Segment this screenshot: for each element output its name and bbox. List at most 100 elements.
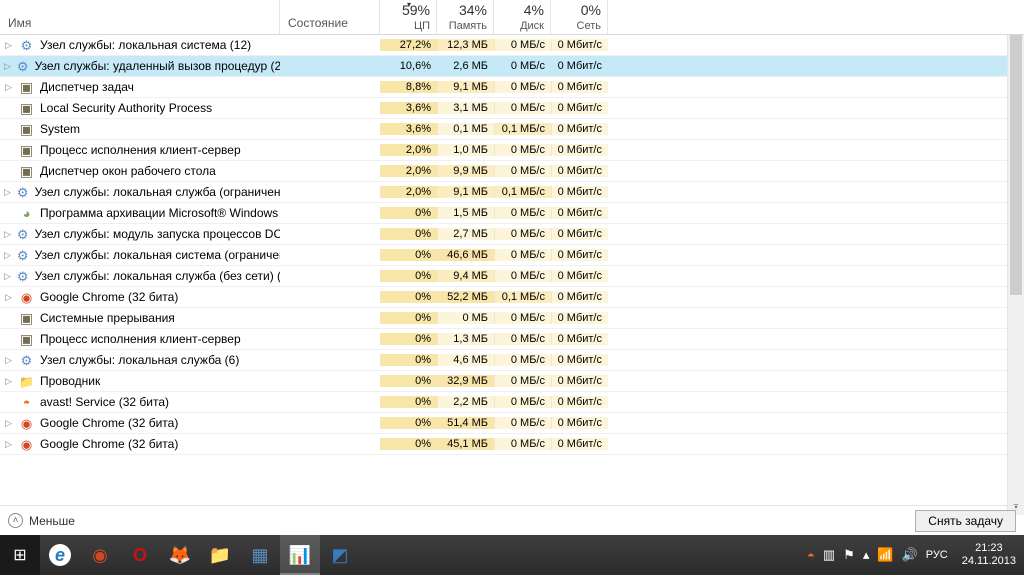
taskbar-app1[interactable]: ▦ bbox=[240, 535, 280, 575]
process-list[interactable]: ▷Узел службы: локальная система (12)27,2… bbox=[0, 35, 1024, 515]
process-name: Программа архивации Microsoft® Windows bbox=[40, 206, 278, 220]
process-icon bbox=[17, 269, 29, 284]
taskbar-explorer[interactable]: 📁 bbox=[200, 535, 240, 575]
process-row[interactable]: ▷Узел службы: локальная система (12)27,2… bbox=[0, 35, 1024, 56]
process-row[interactable]: ▷Системные прерывания0%0 МБ0 МБ/c0 Мбит/… bbox=[0, 308, 1024, 329]
expand-icon[interactable]: ▷ bbox=[4, 377, 13, 386]
disk-cell: 0,1 МБ/c bbox=[494, 186, 551, 198]
process-name: Диспетчер задач bbox=[40, 80, 134, 94]
fewer-details-label: Меньше bbox=[29, 514, 75, 528]
expand-icon[interactable]: ▷ bbox=[4, 272, 11, 281]
process-row[interactable]: ▷ Узел службы: локальная система (огранич… bbox=[0, 245, 1024, 266]
col-header-state[interactable]: Состояние bbox=[280, 0, 380, 34]
process-row[interactable]: ▷Узел службы: модуль запуска процессов D… bbox=[0, 224, 1024, 245]
process-row[interactable]: ▷Google Chrome (32 бита)0%45,1 МБ0 МБ/c0… bbox=[0, 434, 1024, 455]
start-button[interactable]: ⊞ bbox=[0, 535, 40, 575]
taskbar-chrome[interactable]: ◉ bbox=[80, 535, 120, 575]
tray-battery-icon[interactable]: ▥ bbox=[823, 547, 835, 563]
tray-volume-icon[interactable]: 🔊 bbox=[902, 547, 918, 563]
expand-icon[interactable]: ▷ bbox=[4, 62, 11, 71]
disk-cell: 0 МБ/c bbox=[494, 207, 551, 219]
cpu-cell: 3,6% bbox=[380, 123, 437, 135]
col-header-network[interactable]: 0%Сеть bbox=[551, 0, 608, 34]
cpu-cell: 0% bbox=[380, 333, 437, 345]
tray-network-icon[interactable]: 📶 bbox=[877, 547, 893, 563]
process-row[interactable]: ▷Google Chrome (32 бита)0%52,2 МБ0,1 МБ/… bbox=[0, 287, 1024, 308]
process-row[interactable]: ▷Local Security Authority Process3,6%3,1… bbox=[0, 98, 1024, 119]
process-icon bbox=[17, 227, 29, 242]
disk-cell: 0 МБ/c bbox=[494, 102, 551, 114]
process-name: Диспетчер окон рабочего стола bbox=[40, 164, 216, 178]
col-header-name[interactable]: Имя bbox=[0, 0, 280, 34]
process-row[interactable]: ▷Программа архивации Microsoft® Windows0… bbox=[0, 203, 1024, 224]
process-row[interactable]: ▷avast! Service (32 бита)0%2,2 МБ0 МБ/c0… bbox=[0, 392, 1024, 413]
network-cell: 0 Мбит/с bbox=[551, 228, 608, 240]
memory-cell: 9,4 МБ bbox=[437, 270, 494, 282]
process-row[interactable]: ▷Узел службы: локальная служба (без сети… bbox=[0, 266, 1024, 287]
end-task-button[interactable]: Снять задачу bbox=[915, 510, 1016, 532]
process-icon bbox=[19, 311, 34, 326]
process-name: Узел службы: локальная система (ограниче… bbox=[35, 248, 280, 262]
col-header-memory[interactable]: 34%Память bbox=[437, 0, 494, 34]
expand-icon[interactable]: ▷ bbox=[4, 440, 13, 449]
disk-cell: 0 МБ/c bbox=[494, 354, 551, 366]
network-cell: 0 Мбит/с bbox=[551, 144, 608, 156]
disk-cell: 0 МБ/c bbox=[494, 270, 551, 282]
disk-cell: 0 МБ/c bbox=[494, 333, 551, 345]
taskbar-ie[interactable]: e bbox=[40, 535, 80, 575]
tray-clock[interactable]: 21:23 24.11.2013 bbox=[956, 542, 1016, 568]
tray-avast-icon[interactable]: ◓ bbox=[807, 548, 815, 563]
col-header-disk[interactable]: 4%Диск bbox=[494, 0, 551, 34]
expand-icon[interactable]: ▷ bbox=[4, 293, 13, 302]
column-headers: ▾ Имя Состояние 59%ЦП 34%Память 4%Диск 0… bbox=[0, 0, 1024, 35]
task-manager-table: ▾ Имя Состояние 59%ЦП 34%Память 4%Диск 0… bbox=[0, 0, 1024, 515]
taskbar-taskmanager[interactable]: 📊 bbox=[280, 535, 320, 575]
process-row[interactable]: ▷Узел службы: локальная служба (ограниче… bbox=[0, 182, 1024, 203]
taskbar-app2[interactable]: ◩ bbox=[320, 535, 360, 575]
taskbar-firefox[interactable]: 🦊 bbox=[160, 535, 200, 575]
expand-icon[interactable]: ▷ bbox=[4, 188, 11, 197]
expand-icon[interactable]: ▷ bbox=[4, 230, 11, 239]
cpu-cell: 10,6% bbox=[380, 60, 437, 72]
network-cell: 0 Мбит/с bbox=[551, 438, 608, 450]
sort-indicator-icon: ▾ bbox=[407, 0, 411, 9]
network-cell: 0 Мбит/с bbox=[551, 39, 608, 51]
process-icon bbox=[19, 395, 34, 410]
expand-icon[interactable]: ▷ bbox=[4, 83, 13, 92]
fewer-details-button[interactable]: ˄ Меньше bbox=[8, 513, 75, 528]
tray-up-icon[interactable]: ▴ bbox=[863, 547, 870, 563]
taskbar-opera[interactable]: O bbox=[120, 535, 160, 575]
network-cell: 0 Мбит/с bbox=[551, 60, 608, 72]
tray-flag-icon[interactable]: ⚑ bbox=[843, 547, 855, 563]
process-row[interactable]: ▷Процесс исполнения клиент-сервер2,0%1,0… bbox=[0, 140, 1024, 161]
process-row[interactable]: ▷Процесс исполнения клиент-сервер0%1,3 М… bbox=[0, 329, 1024, 350]
taskbar: ⊞ e ◉ O 🦊 📁 ▦ 📊 ◩ ◓ ▥ ⚑ ▴ 📶 🔊 РУС 21:23 … bbox=[0, 535, 1024, 575]
process-row[interactable]: ▷Проводник0%32,9 МБ0 МБ/c0 Мбит/с bbox=[0, 371, 1024, 392]
process-row[interactable]: ▷Диспетчер окон рабочего стола2,0%9,9 МБ… bbox=[0, 161, 1024, 182]
process-row[interactable]: ▷System3,6%0,1 МБ0,1 МБ/c0 Мбит/с bbox=[0, 119, 1024, 140]
memory-cell: 52,2 МБ bbox=[437, 291, 494, 303]
network-cell: 0 Мбит/с bbox=[551, 81, 608, 93]
network-cell: 0 Мбит/с bbox=[551, 102, 608, 114]
disk-cell: 0 МБ/c bbox=[494, 81, 551, 93]
process-row[interactable]: ▷Диспетчер задач8,8%9,1 МБ0 МБ/c0 Мбит/с bbox=[0, 77, 1024, 98]
process-row[interactable]: ▷Узел службы: удаленный вызов процедур (… bbox=[0, 56, 1024, 77]
disk-cell: 0 МБ/c bbox=[494, 312, 551, 324]
expand-icon[interactable]: ▷ bbox=[4, 356, 13, 365]
vertical-scrollbar[interactable]: ▴ ▾ bbox=[1007, 35, 1024, 515]
memory-cell: 51,4 МБ bbox=[437, 417, 494, 429]
expand-icon[interactable]: ▷ bbox=[4, 251, 11, 260]
process-icon bbox=[19, 143, 34, 158]
process-row[interactable]: ▷Google Chrome (32 бита)0%51,4 МБ0 МБ/c0… bbox=[0, 413, 1024, 434]
expand-icon[interactable]: ▷ bbox=[4, 419, 13, 428]
disk-cell: 0 МБ/c bbox=[494, 60, 551, 72]
process-row[interactable]: ▷Узел службы: локальная служба (6)0%4,6 … bbox=[0, 350, 1024, 371]
network-cell: 0 Мбит/с bbox=[551, 207, 608, 219]
expand-icon[interactable]: ▷ bbox=[4, 41, 13, 50]
disk-cell: 0 МБ/c bbox=[494, 438, 551, 450]
process-name: Процесс исполнения клиент-сервер bbox=[40, 143, 241, 157]
process-icon bbox=[19, 353, 34, 368]
tray-language[interactable]: РУС bbox=[926, 549, 948, 561]
scroll-thumb[interactable] bbox=[1010, 35, 1022, 295]
memory-cell: 9,1 МБ bbox=[437, 81, 494, 93]
